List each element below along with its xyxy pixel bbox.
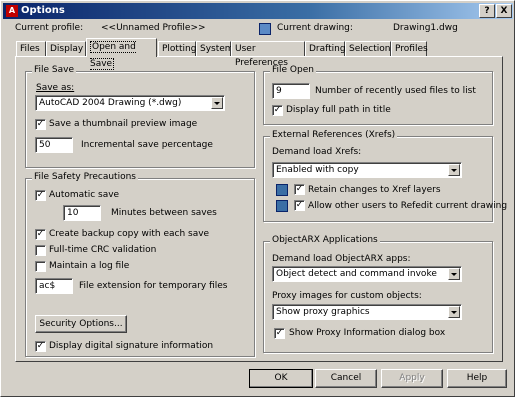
digital-signature-checkbox[interactable]: ✓ (35, 341, 46, 352)
autosave-checkbox[interactable]: ✓ (35, 190, 46, 201)
current-drawing-label: Current drawing: (277, 23, 353, 33)
save-as-label: Save as: (36, 83, 75, 93)
backup-label: Create backup copy with each save (49, 229, 210, 239)
xref-demand-label: Demand load Xrefs: (272, 147, 362, 157)
backup-checkbox[interactable]: ✓ (35, 229, 46, 240)
allow-refedit-checkbox[interactable]: ✓ (294, 200, 305, 211)
tab-user-preferences[interactable]: User Preferences (231, 41, 305, 68)
xref-demand-dropdown[interactable]: Enabled with copy (272, 162, 462, 178)
tab-open-and-save[interactable]: Open and Save (86, 38, 157, 70)
help-button[interactable]: ? (479, 4, 495, 18)
tab-system[interactable]: System (196, 41, 234, 56)
allow-refedit-label: Allow other users to Refedit current dra… (308, 201, 508, 211)
minutes-label: Minutes between saves (111, 208, 217, 218)
current-drawing-value: Drawing1.dwg (393, 23, 458, 33)
thumbnail-checkbox[interactable]: ✓ (35, 119, 46, 130)
temp-extension-input[interactable]: ac$ (35, 278, 73, 294)
save-as-value: AutoCAD 2004 Drawing (*.dwg) (39, 98, 182, 108)
log-file-label: Maintain a log file (49, 261, 130, 271)
full-path-label: Display full path in title (286, 105, 391, 115)
tab-drafting[interactable]: Drafting (305, 41, 346, 56)
full-path-checkbox[interactable]: ✓ (272, 105, 283, 116)
file-safety-title: File Safety Precautions (32, 172, 138, 182)
autocad-icon: A (6, 5, 18, 17)
crc-checkbox[interactable] (35, 245, 46, 256)
save-as-dropdown[interactable]: AutoCAD 2004 Drawing (*.dwg) (35, 95, 225, 111)
proxy-dialog-label: Show Proxy Information dialog box (289, 328, 446, 338)
chevron-down-icon[interactable] (448, 268, 460, 280)
tab-selection[interactable]: Selection (345, 41, 391, 56)
current-profile-value: <<Unnamed Profile>> (101, 23, 206, 33)
arx-demand-value: Object detect and command invoke (276, 269, 437, 279)
xref-layer-icon (276, 184, 288, 196)
security-options-button[interactable]: Security Options... (35, 315, 127, 333)
file-open-title: File Open (270, 65, 316, 75)
title-bar[interactable]: A Options ? X (3, 3, 513, 19)
recent-files-label: Number of recently used files to list (315, 86, 476, 96)
drawing-icon (259, 23, 271, 35)
temp-extension-label: File extension for temporary files (79, 281, 228, 291)
incremental-save-label: Incremental save percentage (81, 140, 213, 150)
proxy-images-dropdown[interactable]: Show proxy graphics (272, 304, 462, 320)
retain-xref-checkbox[interactable]: ✓ (294, 184, 305, 195)
arx-demand-label: Demand load ObjectARX apps: (272, 254, 411, 264)
close-button[interactable]: X (496, 4, 512, 18)
refedit-icon (276, 200, 288, 212)
digital-signature-label: Display digital signature information (49, 341, 214, 351)
thumbnail-label: Save a thumbnail preview image (49, 119, 198, 129)
chevron-down-icon[interactable] (448, 164, 460, 176)
incremental-save-input[interactable]: 50 (35, 137, 73, 153)
help-footer-button[interactable]: Help (447, 369, 507, 388)
xref-demand-value: Enabled with copy (276, 165, 359, 175)
window-title: Options (21, 5, 65, 16)
recent-files-input[interactable]: 9 (272, 83, 310, 99)
options-dialog: A Options ? X Current profile: <<Unnamed… (0, 0, 515, 397)
cancel-button[interactable]: Cancel (315, 369, 377, 388)
proxy-images-value: Show proxy graphics (276, 307, 370, 317)
chevron-down-icon[interactable] (211, 97, 223, 109)
objectarx-title: ObjectARX Applications (270, 235, 380, 245)
tab-files[interactable]: Files (16, 41, 46, 56)
xrefs-title: External References (Xrefs) (270, 130, 398, 140)
tab-profiles[interactable]: Profiles (391, 41, 428, 56)
file-save-title: File Save (32, 65, 77, 75)
proxy-images-label: Proxy images for custom objects: (272, 291, 422, 301)
tab-display[interactable]: Display (46, 41, 86, 56)
proxy-dialog-checkbox[interactable]: ✓ (274, 328, 285, 339)
ok-button[interactable]: OK (249, 369, 313, 388)
minutes-input[interactable]: 10 (63, 205, 101, 221)
current-profile-label: Current profile: (15, 23, 84, 33)
tab-plotting[interactable]: Plotting (158, 41, 196, 56)
arx-demand-dropdown[interactable]: Object detect and command invoke (272, 266, 462, 282)
log-file-checkbox[interactable] (35, 261, 46, 272)
autosave-label: Automatic save (49, 190, 120, 200)
crc-label: Full-time CRC validation (49, 245, 157, 255)
retain-xref-label: Retain changes to Xref layers (308, 185, 441, 195)
apply-button[interactable]: Apply (381, 369, 443, 388)
chevron-down-icon[interactable] (448, 306, 460, 318)
